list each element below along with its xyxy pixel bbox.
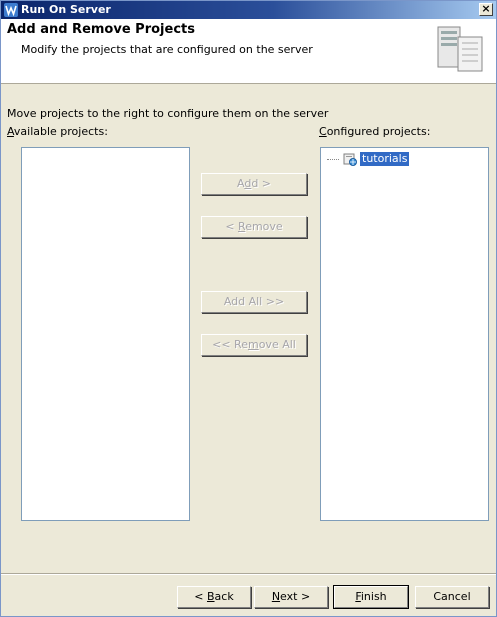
add-all-button[interactable]: Add All >> — [201, 291, 307, 313]
cancel-button[interactable]: Cancel — [415, 586, 489, 608]
tree-connector — [327, 158, 339, 160]
configured-projects-list[interactable]: tutorials — [320, 147, 489, 521]
add-button[interactable]: Add > — [201, 173, 307, 195]
tree-item-tutorials[interactable]: tutorials — [327, 151, 411, 167]
close-icon: × — [481, 2, 491, 15]
web-project-icon — [343, 153, 357, 166]
title-bar[interactable]: Run On Server × — [1, 1, 496, 19]
app-icon — [4, 3, 18, 17]
tree-item-label: tutorials — [358, 151, 411, 167]
remove-all-button[interactable]: << Remove All — [201, 334, 307, 356]
server-wizard-icon — [437, 26, 483, 72]
page-description: Modify the projects that are configured … — [21, 43, 313, 56]
run-on-server-dialog: Run On Server × Add and Remove Projects … — [0, 0, 497, 617]
instruction-text: Move projects to the right to configure … — [7, 107, 329, 120]
back-button[interactable]: < Back — [177, 586, 251, 608]
available-projects-label: Available projects: — [7, 125, 108, 138]
window-title: Run On Server — [21, 3, 111, 16]
page-title: Add and Remove Projects — [7, 22, 195, 37]
finish-button[interactable]: Finish — [333, 585, 409, 609]
available-projects-list[interactable] — [21, 147, 190, 521]
close-button[interactable]: × — [479, 3, 493, 16]
wizard-banner: Add and Remove Projects Modify the proje… — [1, 19, 496, 84]
next-button[interactable]: Next > — [254, 586, 328, 608]
footer-separator — [1, 573, 496, 575]
configured-projects-label: Configured projects: — [319, 125, 431, 138]
remove-button[interactable]: < Remove — [201, 216, 307, 238]
